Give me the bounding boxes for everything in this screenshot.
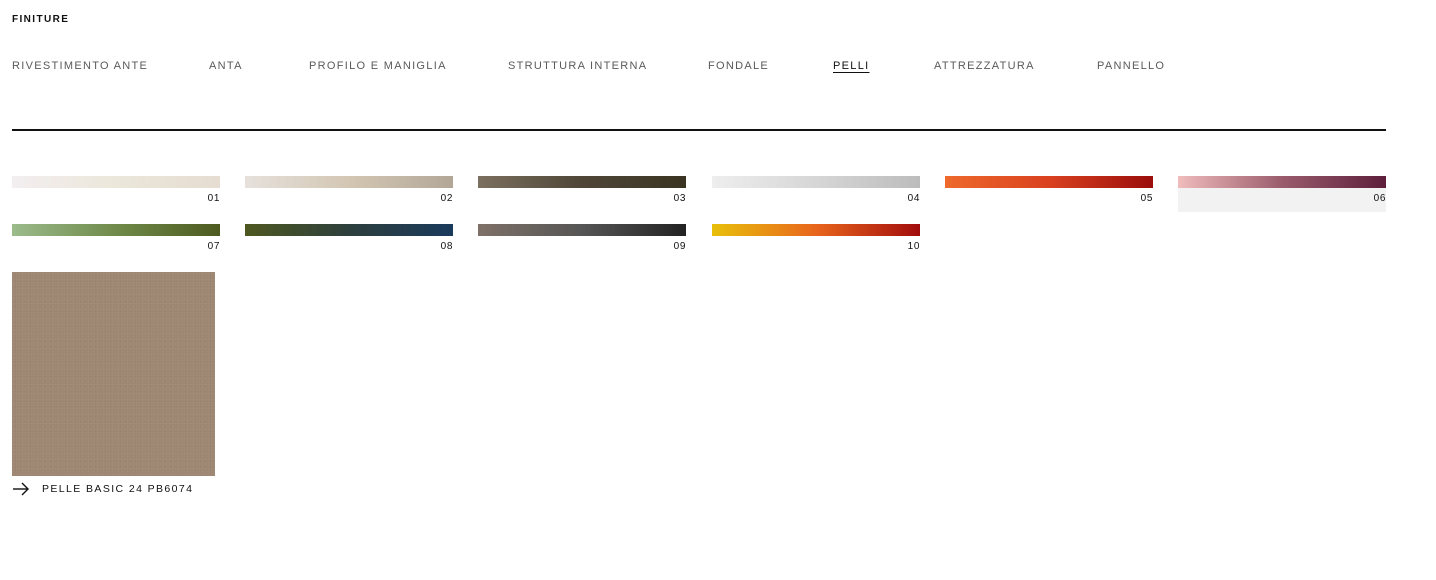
swatch-03[interactable]: 03 <box>478 176 686 212</box>
swatch-number: 01 <box>207 193 220 204</box>
swatch-color-bar <box>712 176 920 188</box>
page-title: FINITURE <box>12 14 70 25</box>
tab-profilo-e-maniglia[interactable]: PROFILO E MANIGLIA <box>309 60 447 72</box>
tab-struttura-interna[interactable]: STRUTTURA INTERNA <box>508 60 647 72</box>
swatch-color-bar <box>12 224 220 236</box>
tab-rivestimento-ante[interactable]: RIVESTIMENTO ANTE <box>12 60 148 72</box>
swatch-09[interactable]: 09 <box>478 224 686 260</box>
swatch-05[interactable]: 05 <box>945 176 1153 212</box>
swatch-06[interactable]: 06 <box>1178 176 1386 212</box>
swatch-number: 03 <box>673 193 686 204</box>
tab-attrezzatura[interactable]: ATTREZZATURA <box>934 60 1035 72</box>
swatch-02[interactable]: 02 <box>245 176 453 212</box>
tab-pelli[interactable]: PELLI <box>833 60 869 72</box>
swatch-10[interactable]: 10 <box>712 224 920 260</box>
swatch-number: 04 <box>907 193 920 204</box>
finish-detail-link[interactable]: PELLE BASIC 24 PB6074 <box>12 480 193 498</box>
swatch-number: 10 <box>907 241 920 252</box>
swatch-number: 09 <box>673 241 686 252</box>
swatch-color-bar <box>945 176 1153 188</box>
divider <box>12 129 1386 131</box>
swatch-04[interactable]: 04 <box>712 176 920 212</box>
swatch-color-bar <box>245 176 453 188</box>
swatch-color-bar <box>478 224 686 236</box>
tab-pannello[interactable]: PANNELLO <box>1097 60 1165 72</box>
finish-preview-image <box>12 272 215 476</box>
tab-fondale[interactable]: FONDALE <box>708 60 769 72</box>
swatch-number: 02 <box>440 193 453 204</box>
swatch-08[interactable]: 08 <box>245 224 453 260</box>
swatch-number: 06 <box>1178 188 1386 212</box>
finish-name: PELLE BASIC 24 PB6074 <box>42 483 194 495</box>
tab-anta[interactable]: ANTA <box>209 60 243 72</box>
swatch-color-bar <box>1178 176 1386 188</box>
swatch-number: 07 <box>207 241 220 252</box>
swatch-07[interactable]: 07 <box>12 224 220 260</box>
finish-tabs: RIVESTIMENTO ANTE ANTA PROFILO E MANIGLI… <box>0 60 1436 76</box>
swatch-color-bar <box>12 176 220 188</box>
swatch-number: 08 <box>440 241 453 252</box>
swatch-number: 05 <box>1140 193 1153 204</box>
arrow-right-icon <box>13 482 29 496</box>
swatch-color-bar <box>245 224 453 236</box>
swatch-01[interactable]: 01 <box>12 176 220 212</box>
swatch-color-bar <box>478 176 686 188</box>
swatch-color-bar <box>712 224 920 236</box>
